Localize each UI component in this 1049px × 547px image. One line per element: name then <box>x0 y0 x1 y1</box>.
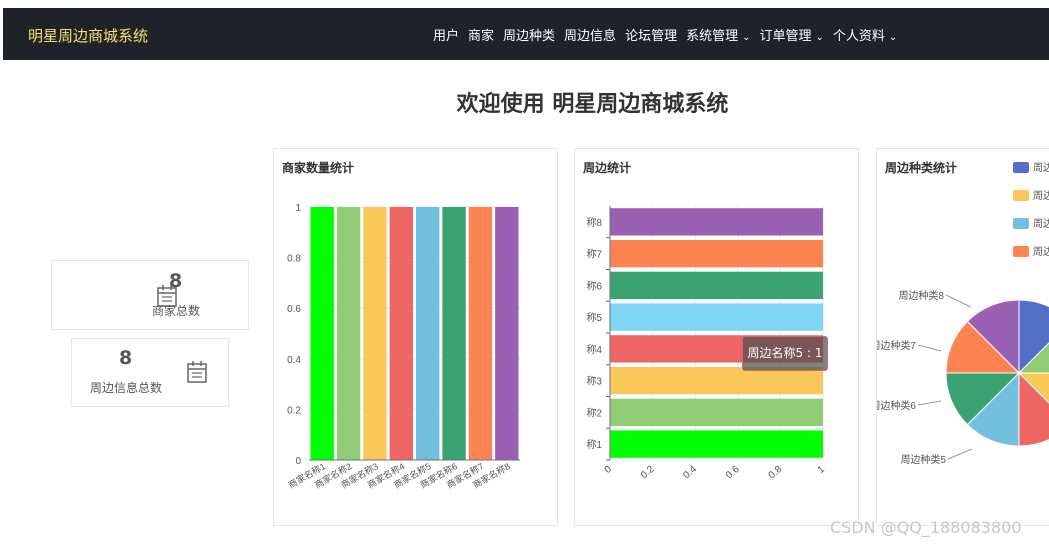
pie-label: 周边种类8 <box>898 289 944 302</box>
nav-item-forum[interactable]: 论坛管理 <box>625 25 677 44</box>
x-tick-label: 0 <box>603 464 615 476</box>
bar <box>442 207 466 460</box>
chart-tooltip: 周边名称5 : 1 <box>742 336 828 371</box>
pie-label-line <box>947 448 973 460</box>
chevron-down-icon: ⌄ <box>815 31 824 43</box>
pie-label-line <box>945 294 972 308</box>
pie-label-line <box>917 400 942 406</box>
nav-item-orders[interactable]: 订单管理 ⌄ <box>759 25 823 44</box>
bar <box>610 271 823 300</box>
legend-item: 周边 <box>1033 190 1049 202</box>
y-tick-label: 0 <box>295 456 301 467</box>
bar <box>610 366 823 395</box>
chevron-down-icon: ⌄ <box>742 31 751 43</box>
x-tick-label: 0.8 <box>767 464 785 482</box>
legend-item: 周边 <box>1033 246 1049 258</box>
welcome-heading: 欢迎使用 明星周边商城系统 <box>456 92 729 117</box>
y-tick-label: 称1 <box>586 438 602 451</box>
y-tick-label: 称8 <box>586 216 602 229</box>
watermark: CSDN @QQ_188083800 <box>830 518 1022 537</box>
top-navbar: 明星周边商城系统 用户 商家 周边种类 周边信息 论坛管理 系统管理 ⌄ 订单管理… <box>3 8 1049 60</box>
y-tick-label: 称2 <box>586 406 602 419</box>
x-tick-label: 0.6 <box>724 464 742 482</box>
merchant-count: 8 <box>169 270 183 292</box>
y-tick-label: 0.2 <box>287 405 301 416</box>
y-tick-label: 0.6 <box>287 304 301 315</box>
bar <box>389 207 413 460</box>
merchant-bar-chart: 00.20.40.60.81商家名称1商家名称2商家名称3商家名称4商家名称5商… <box>286 203 520 490</box>
y-tick-label: 称4 <box>586 343 602 356</box>
product-chart-title: 周边统计 <box>583 161 632 175</box>
calendar-icon <box>187 361 207 383</box>
bar <box>610 430 823 458</box>
pie-label: 周边种类7 <box>877 339 916 352</box>
nav-item-users[interactable]: 用户 <box>433 25 459 44</box>
stat-card-products: 8 周边信息总数 <box>71 338 229 407</box>
nav-item-system[interactable]: 系统管理 ⌄ <box>686 25 750 44</box>
pie-label: 周边种类5 <box>900 453 946 466</box>
y-tick-label: 0.8 <box>287 254 301 265</box>
product-count: 8 <box>119 347 133 369</box>
bar <box>610 208 823 236</box>
y-tick-label: 1 <box>295 203 301 214</box>
bar <box>363 207 387 460</box>
main-nav: 用户 商家 周边种类 周边信息 论坛管理 系统管理 ⌄ 订单管理 ⌄ 个人资料 ⌄ <box>433 8 906 60</box>
bar <box>610 398 823 427</box>
legend-item: 周边 <box>1033 162 1049 174</box>
legend-swatch <box>1013 218 1029 229</box>
product-count-label: 周边信息总数 <box>90 381 163 395</box>
merchant-chart-panel: 0 0.2 0.4 0.6 0.8 1 商家名称1 商家名称2 商家名称3 商家名称4 商家名称5 商… <box>273 148 558 526</box>
nav-item-profile[interactable]: 个人资料 ⌄ <box>833 25 897 44</box>
merchant-chart-title: 商家数量统计 <box>282 161 355 175</box>
legend-swatch <box>1013 246 1029 257</box>
y-tick-label: 称5 <box>586 311 602 324</box>
legend-swatch <box>1013 190 1029 201</box>
y-tick-label: 称7 <box>586 248 602 261</box>
nav-item-merchants[interactable]: 商家 <box>468 25 494 44</box>
stat-card-merchants: 8 商家总数 <box>51 260 249 330</box>
nav-item-products[interactable]: 周边信息 <box>564 25 616 44</box>
category-pie-chart: 周边种类8周边种类7周边种类6周边种类5周边周边周边周边 <box>877 162 1049 466</box>
x-tick-label: 0.2 <box>639 464 657 482</box>
y-tick-label: 称6 <box>586 279 602 292</box>
x-tick-label: 0.4 <box>681 464 699 482</box>
brand-title: 明星周边商城系统 <box>28 27 149 45</box>
chevron-down-icon: ⌄ <box>888 31 898 43</box>
category-chart-panel: 周边种类8周边种类7周边种类6周边种类5周边周边周边周边 周边种类统计 <box>876 148 1049 526</box>
bar <box>336 207 361 460</box>
category-chart-title: 周边种类统计 <box>885 161 958 175</box>
nav-item-categories[interactable]: 周边种类 <box>503 25 555 44</box>
legend-item: 周边 <box>1033 218 1049 230</box>
x-tick-label: 1 <box>816 464 828 476</box>
bar <box>495 207 519 460</box>
bar <box>310 207 334 460</box>
y-tick-label: 0.4 <box>287 355 301 366</box>
pie-label-line <box>917 344 942 352</box>
bar <box>610 239 823 268</box>
merchant-count-label: 商家总数 <box>152 304 201 318</box>
bar <box>610 303 823 331</box>
legend-swatch <box>1013 162 1029 173</box>
y-tick-label: 称3 <box>586 375 602 388</box>
bar <box>468 207 493 460</box>
bar <box>416 207 440 460</box>
pie-label: 周边种类6 <box>877 399 916 412</box>
